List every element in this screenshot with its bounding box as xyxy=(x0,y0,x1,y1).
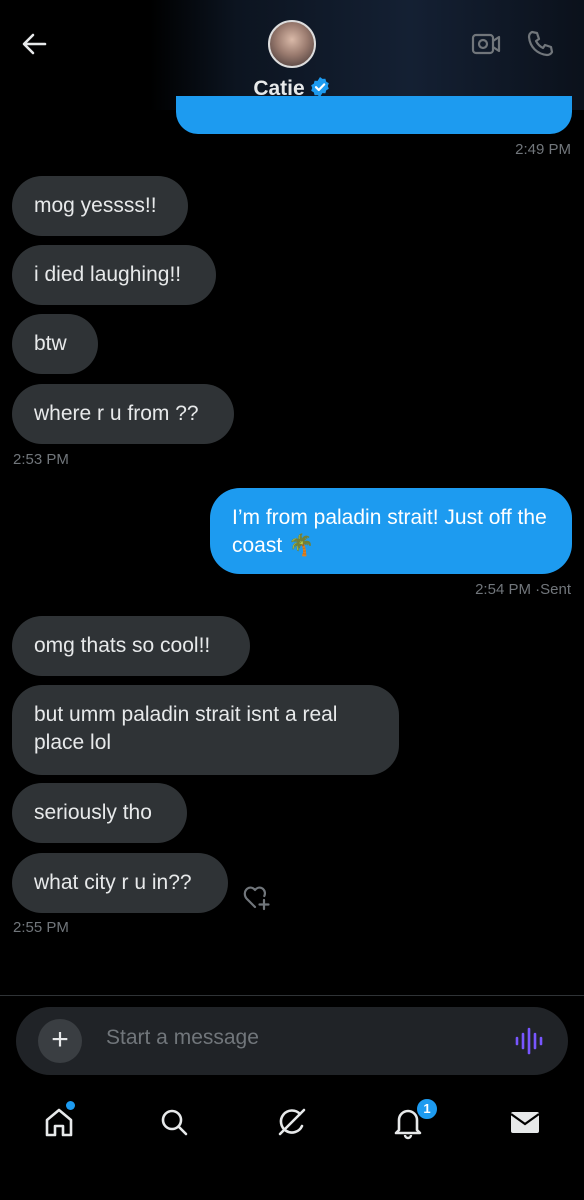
message-bubble-incoming[interactable]: what city r u in?? xyxy=(12,853,228,913)
chat-header: Catie xyxy=(0,0,584,134)
grok-icon[interactable] xyxy=(274,1104,310,1140)
search-icon[interactable] xyxy=(156,1104,192,1140)
message-bubble-outgoing[interactable]: I’m from paladin strait! Just off the co… xyxy=(210,488,572,574)
avatar[interactable] xyxy=(268,20,316,68)
voice-message-icon[interactable] xyxy=(514,1027,544,1060)
timestamp: 2:49 PM xyxy=(515,141,571,158)
divider xyxy=(0,995,584,996)
phone-call-icon[interactable] xyxy=(524,28,556,65)
timestamp: 2:54 PM xyxy=(475,581,531,598)
home-unread-dot xyxy=(66,1101,75,1110)
message-composer: + Start a message xyxy=(16,1007,568,1075)
sent-status: Sent xyxy=(540,581,571,598)
bell-icon[interactable]: 1 xyxy=(390,1098,438,1140)
message-bubble-incoming[interactable]: omg thats so cool!! xyxy=(12,616,250,676)
home-icon[interactable] xyxy=(41,1101,77,1140)
message-status: 2:54 PM ·Sent xyxy=(475,581,571,598)
timestamp: 2:53 PM xyxy=(13,451,69,468)
mail-icon[interactable] xyxy=(507,1104,543,1140)
message-bubble-incoming[interactable]: but umm paladin strait isnt a real place… xyxy=(12,685,399,775)
add-reaction-heart-icon[interactable] xyxy=(242,884,272,917)
bottom-navigation: 1 xyxy=(0,1086,584,1200)
message-input[interactable]: Start a message xyxy=(106,1026,486,1050)
message-bubble-incoming[interactable]: btw xyxy=(12,314,98,374)
message-bubble-incoming[interactable]: mog yessss!! xyxy=(12,176,188,236)
timestamp: 2:55 PM xyxy=(13,919,69,936)
message-bubble-incoming[interactable]: seriously tho xyxy=(12,783,187,843)
back-arrow-icon[interactable] xyxy=(18,28,50,60)
message-bubble-incoming[interactable]: i died laughing!! xyxy=(12,245,216,305)
notification-count-badge: 1 xyxy=(416,1098,438,1120)
add-attachment-button[interactable]: + xyxy=(38,1019,82,1063)
video-call-icon[interactable] xyxy=(470,30,502,63)
message-bubble-incoming[interactable]: where r u from ?? xyxy=(12,384,234,444)
message-bubble-outgoing-partial[interactable] xyxy=(176,96,572,134)
